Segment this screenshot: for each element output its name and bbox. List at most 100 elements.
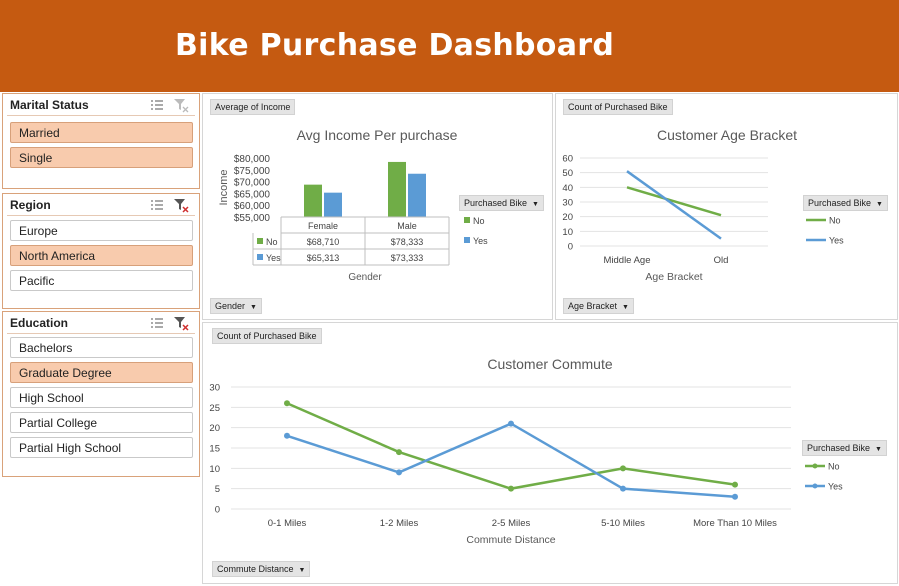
slicer-item-label: Partial High School: [19, 441, 122, 455]
slicer-item-graduate-degree[interactable]: Graduate Degree: [10, 362, 193, 383]
clear-filter-icon[interactable]: [173, 97, 189, 113]
x-tick-label: Female: [308, 221, 338, 231]
point-no: [284, 400, 290, 407]
avg-income-chart-panel: Average of Income Gender ▼ Purchased Bike…: [202, 93, 553, 320]
x-tick-label: 5-10 Miles: [601, 518, 645, 529]
legend-marker-yes: [812, 483, 818, 489]
multi-select-icon[interactable]: [149, 197, 165, 213]
clear-filter-icon[interactable]: [173, 315, 189, 331]
slicer-item-high-school[interactable]: High School: [10, 387, 193, 408]
slicer-header: Marital Status: [7, 94, 195, 116]
slicer-item-pacific[interactable]: Pacific: [10, 270, 193, 291]
dashboard-title: Bike Purchase Dashboard: [175, 28, 615, 63]
point-yes: [284, 432, 290, 439]
age-bracket-chart: Customer Age Bracket 60 50 40 30 20 10 0 Middle …: [562, 127, 844, 283]
slicer-item-bachelors[interactable]: Bachelors: [10, 337, 193, 358]
x-tick-label: 2-5 Miles: [492, 518, 531, 529]
legend-key-no: [257, 238, 263, 244]
slicer-item-label: Europe: [19, 224, 58, 238]
legend-label: No: [473, 216, 485, 226]
y-tick-label: 15: [209, 444, 220, 455]
y-tick-label: 20: [562, 212, 573, 223]
point-no: [508, 485, 514, 492]
y-tick-label: 5: [215, 484, 220, 495]
data-label: $78,333: [391, 237, 424, 247]
table-row-label: Yes: [266, 253, 281, 263]
dashboard-banner: Bike Purchase Dashboard: [0, 0, 899, 92]
y-tick-label: $55,000: [234, 213, 271, 224]
y-tick-label: 10: [209, 464, 220, 475]
slicer-item-north-america[interactable]: North America: [10, 245, 193, 266]
bar-yes-female: [324, 192, 342, 217]
multi-select-icon[interactable]: [149, 315, 165, 331]
slicer-item-europe[interactable]: Europe: [10, 220, 193, 241]
y-tick-label: $60,000: [234, 201, 271, 212]
series-line-no: [626, 186, 722, 217]
legend-key-yes: [257, 254, 263, 260]
legend-label: Yes: [473, 236, 488, 246]
point-yes: [732, 493, 738, 500]
chart-title: Customer Age Bracket: [657, 127, 797, 143]
slicer-item-label: Married: [19, 126, 60, 140]
slicer-header: Region: [7, 194, 195, 216]
table-row-label: No: [266, 237, 278, 247]
series-line-yes: [626, 170, 722, 240]
x-tick-label: 0-1 Miles: [268, 518, 307, 529]
y-tick-label: 10: [562, 227, 573, 238]
slicer-header: Education: [7, 312, 195, 334]
y-tick-label: $80,000: [234, 154, 271, 165]
y-tick-label: $75,000: [234, 166, 271, 177]
point-yes: [396, 469, 402, 476]
slicer-item-label: High School: [19, 391, 84, 405]
slicer-item-label: Pacific: [19, 274, 55, 288]
slicer-title: Education: [10, 316, 69, 330]
x-axis-title: Commute Distance: [466, 534, 555, 546]
legend-label: Yes: [829, 236, 844, 246]
legend-key-yes: [464, 237, 470, 243]
y-tick-label: 20: [209, 423, 220, 434]
chart-title: Avg Income Per purchase: [297, 127, 458, 143]
commute-chart-panel: Count of Purchased Bike Commute Distance…: [202, 322, 898, 584]
x-tick-label: 1-2 Miles: [380, 518, 419, 529]
clear-filter-icon[interactable]: [173, 197, 189, 213]
y-tick-label: 25: [209, 403, 220, 414]
data-label: $68,710: [307, 237, 340, 247]
x-axis-title: Gender: [348, 272, 382, 283]
education-slicer: Education Bachelors Graduate Degree High…: [2, 311, 200, 477]
series-line-no: [286, 402, 736, 490]
slicer-item-single[interactable]: Single: [10, 147, 193, 168]
point-no: [620, 465, 626, 472]
multi-select-icon[interactable]: [149, 97, 165, 113]
point-no: [732, 481, 738, 488]
legend-marker-no: [812, 463, 818, 469]
x-tick-label: Middle Age: [603, 255, 650, 266]
legend-label: No: [829, 216, 841, 226]
data-label: $73,333: [391, 253, 424, 263]
slicer-item-label: Bachelors: [19, 341, 73, 355]
legend-label: Yes: [828, 482, 843, 492]
y-tick-label: 40: [562, 183, 573, 194]
slicer-item-label: Graduate Degree: [19, 366, 112, 380]
slicer-item-partial-high-school[interactable]: Partial High School: [10, 437, 193, 458]
y-tick-label: 30: [562, 198, 573, 209]
chart-title: Customer Commute: [487, 356, 612, 372]
point-yes: [508, 420, 514, 427]
y-tick-label: $65,000: [234, 189, 271, 200]
slicer-item-label: Single: [19, 151, 53, 165]
commute-chart: Customer Commute 30 25 20 15 10 5 0 0-1 Miles 1-2…: [209, 356, 843, 546]
slicer-item-label: Partial College: [19, 416, 98, 430]
marital-status-slicer: Marital Status Married Single: [2, 93, 200, 189]
legend-key-no: [464, 217, 470, 223]
slicer-title: Region: [10, 198, 51, 212]
y-tick-label: 0: [215, 505, 220, 516]
slicer-title: Marital Status: [10, 98, 89, 112]
bar-yes-male: [408, 173, 426, 217]
x-tick-label: More Than 10 Miles: [693, 518, 777, 529]
slicer-item-partial-college[interactable]: Partial College: [10, 412, 193, 433]
age-bracket-chart-panel: Count of Purchased Bike Age Bracket ▼ Pur…: [555, 93, 898, 320]
x-axis-title: Age Bracket: [645, 271, 702, 283]
slicer-item-married[interactable]: Married: [10, 122, 193, 143]
data-label: $65,313: [307, 253, 340, 263]
legend-label: No: [828, 462, 840, 472]
avg-income-chart: Avg Income Per purchase $80,000$75,000$70…: [218, 127, 488, 283]
